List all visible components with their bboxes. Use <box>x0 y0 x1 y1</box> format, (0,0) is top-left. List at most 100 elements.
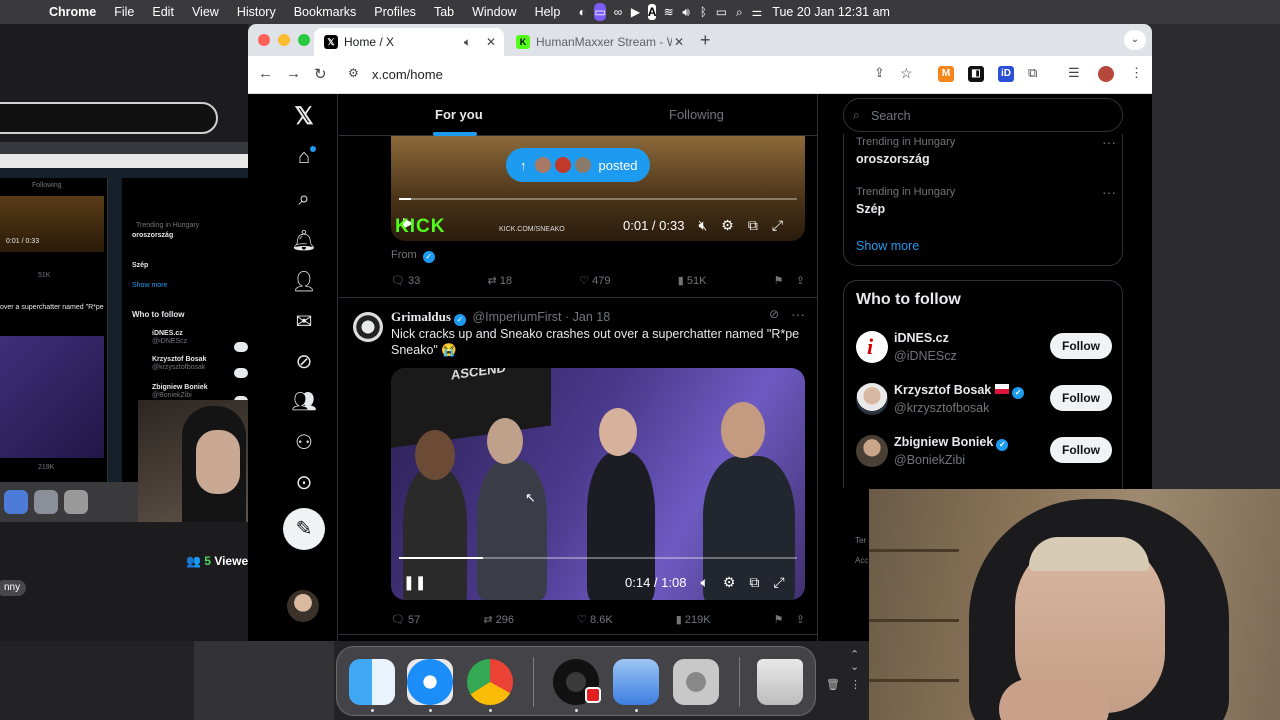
share-icon[interactable]: ⇪ <box>796 275 805 287</box>
follow-suggestion[interactable]: Krzysztof Bosak ✓ @krzysztofbosak Follow <box>856 379 1112 419</box>
pause-icon[interactable]: ❚❚ <box>403 574 426 591</box>
post2-author-handle[interactable]: @ImperiumFirst <box>472 310 561 324</box>
picture-in-picture-icon[interactable]: ⧉ <box>749 574 759 591</box>
trend-item[interactable]: Trending in Hungary oroszország <box>856 136 955 166</box>
post2-date[interactable]: · Jan 18 <box>565 310 610 324</box>
menu-clock[interactable]: Tue 20 Jan 12:31 am <box>762 5 904 19</box>
home-icon[interactable]: ⌂ <box>284 146 324 174</box>
control-center-icon[interactable]: ⚌ <box>752 0 763 24</box>
tab-following[interactable]: Following <box>669 107 724 122</box>
share-icon[interactable]: ⇪ <box>796 614 805 626</box>
menu-app-name[interactable]: Chrome <box>40 5 105 19</box>
menu-bookmarks[interactable]: Bookmarks <box>285 5 366 19</box>
reading-list-icon[interactable]: ☰ <box>1068 65 1080 81</box>
menu-view[interactable]: View <box>183 5 228 19</box>
safari-icon[interactable] <box>407 659 453 705</box>
bookmark-icon[interactable]: ⚑ <box>774 275 784 287</box>
menu-file[interactable]: File <box>105 5 143 19</box>
video-settings-gear-icon[interactable]: ⚙ <box>723 574 736 591</box>
extension-icon[interactable]: ◧ <box>968 66 984 82</box>
profile-avatar-icon[interactable] <box>1098 66 1114 82</box>
x-logo-icon[interactable]: 𝕏 <box>284 102 324 130</box>
post2-video[interactable]: ASCEND ❚❚ 0:14 / 1:08 🔈︎ ⚙ ⧉ ⤢ <box>391 368 805 600</box>
video-settings-gear-icon[interactable]: ⚙ <box>721 217 734 234</box>
views-button[interactable]: ▮ 219K <box>676 613 711 626</box>
input-source-icon[interactable]: A <box>647 4 657 20</box>
menu-profiles[interactable]: Profiles <box>365 5 425 19</box>
wifi-icon[interactable]: ≋ <box>663 0 674 24</box>
trash-icon[interactable] <box>757 659 803 705</box>
finder-icon[interactable] <box>349 659 395 705</box>
footer-terms-partial[interactable]: Ter <box>855 536 866 545</box>
address-bar-url[interactable]: x.com/home <box>372 67 443 82</box>
grok-icon[interactable]: ⊘ <box>284 349 324 377</box>
chrome-menu-icon[interactable]: ⋮ <box>1130 65 1143 81</box>
new-posts-pill[interactable]: ↑ posted <box>506 148 650 182</box>
search-input[interactable]: ⌕ Search <box>843 98 1123 132</box>
like-button[interactable]: ♡ 8.6K <box>577 613 613 626</box>
reply-button[interactable]: 🗨︎ 57 <box>391 613 420 626</box>
more-vertical-icon[interactable]: ⋮ <box>850 678 861 691</box>
like-button[interactable]: ♡ 479 <box>579 274 610 287</box>
zoom-window-button[interactable] <box>298 34 310 46</box>
address-bar[interactable]: ⚙ x.com/home <box>340 60 926 88</box>
tab-search-chevron-icon[interactable]: ⌄ <box>1124 30 1146 50</box>
id-extension-icon[interactable]: iD <box>998 66 1014 82</box>
grok-explain-icon[interactable]: ⊘ <box>769 307 779 321</box>
install-app-icon[interactable]: ⇪ <box>874 65 885 81</box>
communities-icon[interactable]: 👥︎ <box>284 389 324 417</box>
system-settings-icon[interactable] <box>673 659 719 705</box>
close-window-button[interactable] <box>258 34 270 46</box>
tab-for-you[interactable]: For you <box>435 107 483 122</box>
tab-home-x[interactable]: 𝕏 Home / X 🔈︎ ✕ <box>314 28 504 56</box>
picture-in-picture-icon[interactable]: ⧉ <box>748 217 758 234</box>
forward-arrow-icon[interactable]: → <box>286 65 301 82</box>
menu-edit[interactable]: Edit <box>143 5 183 19</box>
repost-button[interactable]: ⇄ 18 <box>488 274 513 287</box>
messages-mail-icon[interactable]: ✉ <box>284 309 324 337</box>
follow-button[interactable]: Follow <box>1050 333 1112 359</box>
follow-suggestion[interactable]: i iDNES.cz @iDNEScz Follow <box>856 327 1112 367</box>
creative-cloud-icon[interactable]: ∞ <box>613 0 623 24</box>
tab-kick-stream[interactable]: K HumanMaxxer Stream - Watc ✕ <box>506 28 692 56</box>
bluetooth-icon[interactable]: ᛒ <box>698 0 708 24</box>
fullscreen-icon[interactable]: ⤢ <box>772 217 783 234</box>
menu-history[interactable]: History <box>228 5 285 19</box>
chrome-icon[interactable] <box>467 659 513 705</box>
repost-button[interactable]: ⇄ 296 <box>483 613 514 626</box>
extensions-puzzle-icon[interactable]: ⧉ <box>1028 65 1037 81</box>
tab-close-icon[interactable]: ✕ <box>486 35 496 49</box>
volume-icon[interactable]: 🔈︎ <box>700 574 708 591</box>
trend-more-icon[interactable]: ··· <box>1102 134 1116 150</box>
bookmark-icon[interactable]: ⚑ <box>774 614 784 626</box>
post2-author-avatar[interactable] <box>353 312 383 342</box>
reload-icon[interactable]: ↻ <box>314 65 327 83</box>
new-tab-button[interactable]: + <box>700 30 711 51</box>
play-status-icon[interactable]: ▶ <box>630 0 640 24</box>
views-button[interactable]: ▮ 51K <box>678 274 707 287</box>
bookmark-star-icon[interactable]: ☆ <box>900 65 913 82</box>
trend-item[interactable]: Trending in Hungary Szép <box>856 186 955 216</box>
footer-accessibility-partial[interactable]: Acc <box>855 556 868 565</box>
menu-window[interactable]: Window <box>463 5 525 19</box>
screen-record-icon[interactable]: ▭ <box>594 3 606 21</box>
explore-search-icon[interactable]: ⌕ <box>284 188 324 216</box>
compose-post-button[interactable]: ✎ <box>283 508 325 550</box>
follow-suggestion[interactable]: Zbigniew Boniek ✓ @BoniekZibi Follow <box>856 431 1112 471</box>
volume-icon[interactable]: 🔊︎ <box>681 0 691 24</box>
site-info-icon[interactable]: ⚙ <box>348 66 359 80</box>
spotlight-search-icon[interactable]: ⌕ <box>734 0 744 24</box>
trends-show-more-link[interactable]: Show more <box>856 239 919 253</box>
launchpad-icon[interactable] <box>613 659 659 705</box>
follow-button[interactable]: Follow <box>1050 437 1112 463</box>
trend-more-icon[interactable]: ··· <box>1102 184 1116 200</box>
menu-tab[interactable]: Tab <box>425 5 463 19</box>
menu-help[interactable]: Help <box>526 5 570 19</box>
profile-icon[interactable]: ⚇ <box>284 430 324 458</box>
account-avatar[interactable] <box>287 590 319 622</box>
fullscreen-icon[interactable]: ⤢ <box>773 574 784 591</box>
follow-people-icon[interactable]: 👤︎ <box>284 269 324 297</box>
mute-icon[interactable]: 🔇︎ <box>698 217 707 234</box>
tab-audio-icon[interactable]: 🔈︎ <box>464 35 471 50</box>
tab-close-icon[interactable]: ✕ <box>674 35 684 49</box>
